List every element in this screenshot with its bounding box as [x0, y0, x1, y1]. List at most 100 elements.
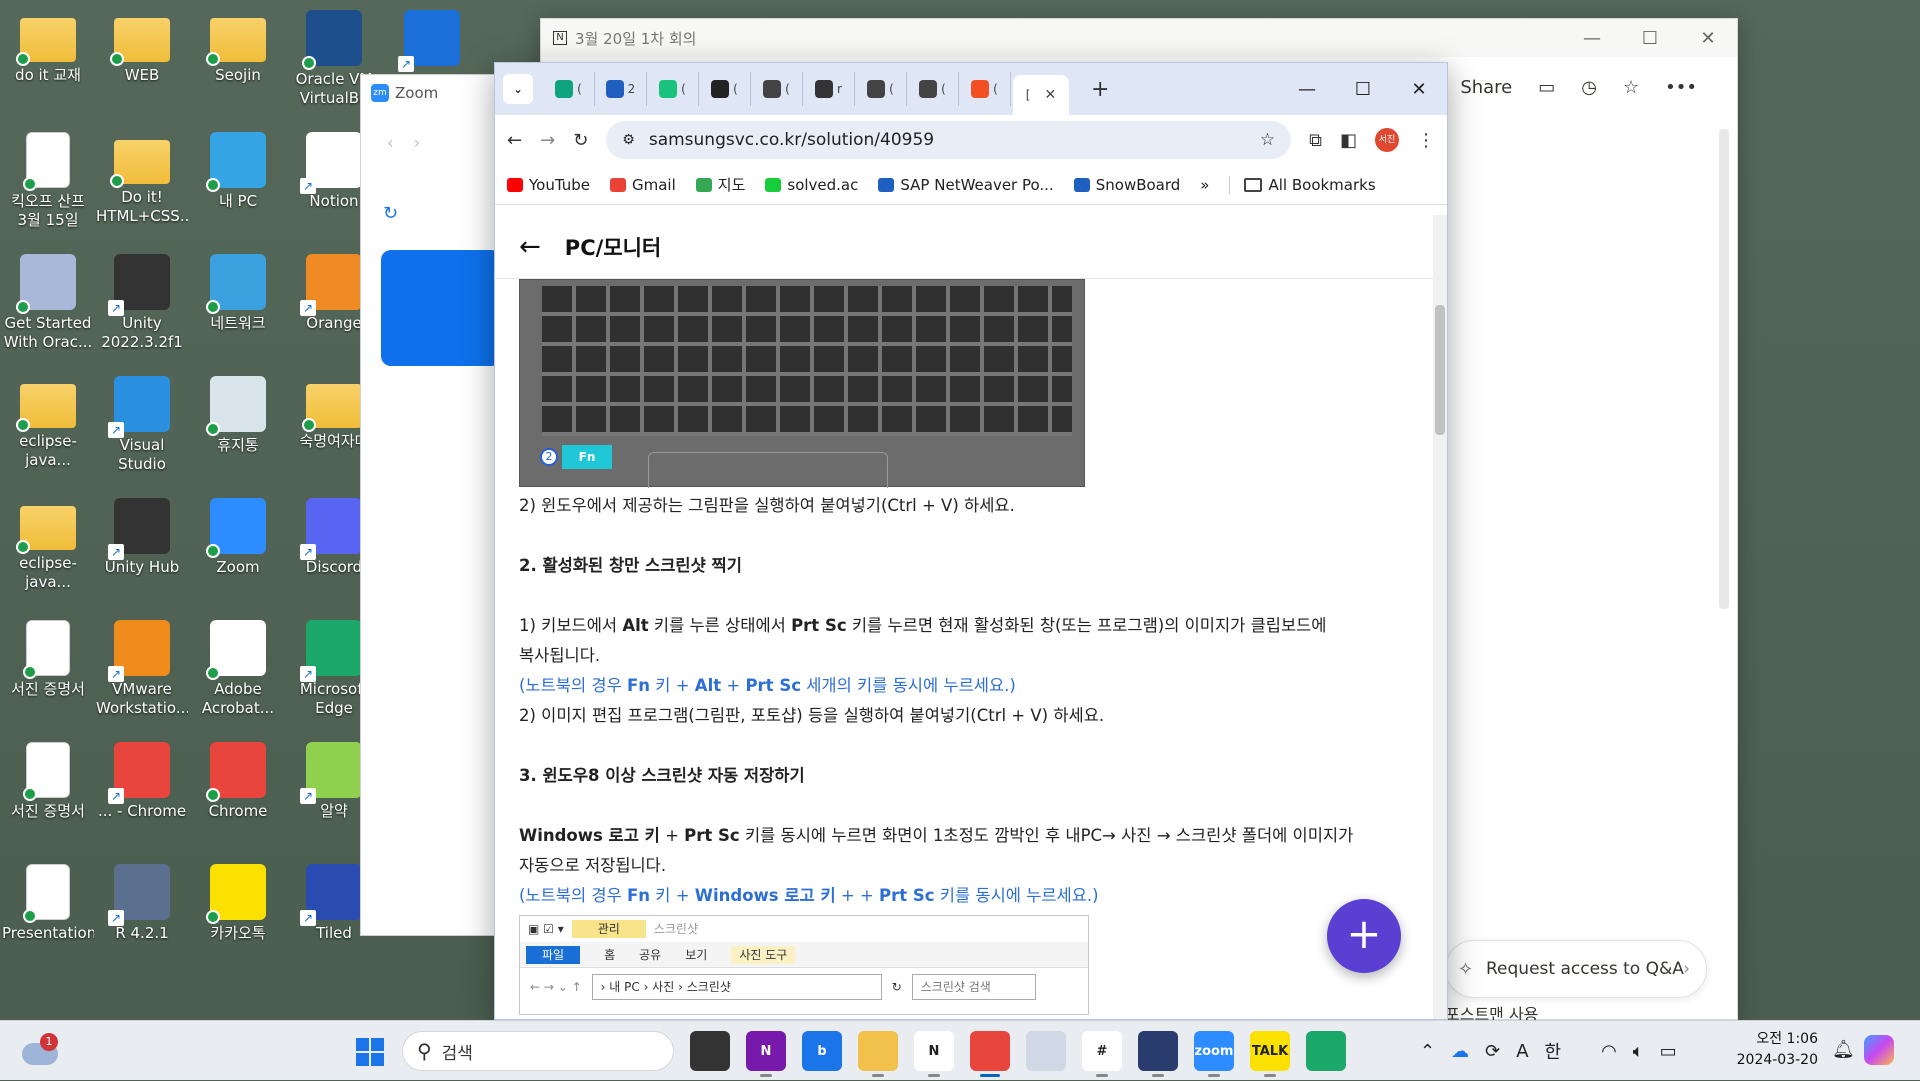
floating-add-button[interactable]: +	[1327, 899, 1401, 973]
desktop-icon[interactable]: 내 PC	[192, 132, 284, 211]
forward-button[interactable]: →	[540, 130, 555, 151]
notification-bell-icon[interactable]: 🔔︎	[1832, 1039, 1855, 1060]
browser-tab[interactable]: (	[647, 72, 699, 106]
taskbar-snipping-icon[interactable]	[1026, 1031, 1066, 1071]
desktop-icon[interactable]: ↗	[386, 10, 478, 72]
side-panel-icon[interactable]: ◧	[1340, 130, 1357, 151]
extensions-icon[interactable]: ⧉	[1309, 130, 1322, 151]
desktop-icon[interactable]: 서진 증명서	[2, 620, 94, 699]
taskbar-r-studio-icon[interactable]	[1138, 1031, 1178, 1077]
bookmark-item[interactable]: SnowBoard	[1073, 174, 1180, 195]
browser-tab[interactable]: (	[907, 72, 959, 106]
taskbar-chrome-icon[interactable]	[970, 1031, 1010, 1077]
bookmark-item[interactable]: solved.ac	[765, 174, 858, 195]
zoom-nav-arrows[interactable]: ‹ ›	[387, 133, 420, 152]
history-icon[interactable]: ◷	[1581, 77, 1597, 98]
chrome-window[interactable]: ⌄ (2 (((r ((( [ ✕ + — ☐ ✕ ← → ↻ ⚙ samsungs…	[494, 62, 1448, 1020]
page-back-icon[interactable]: ←	[519, 232, 541, 262]
scroll-thumb[interactable]	[1435, 305, 1445, 435]
favorite-star-icon[interactable]: ☆	[1623, 77, 1639, 98]
desktop-icon[interactable]: eclipse-java...	[2, 498, 94, 592]
more-icon[interactable]: •••	[1665, 77, 1697, 98]
back-button[interactable]: ←	[507, 130, 522, 151]
new-tab-button[interactable]: +	[1091, 77, 1109, 102]
bookmarks-overflow-icon[interactable]: »	[1200, 176, 1209, 194]
start-button[interactable]	[356, 1038, 384, 1066]
browser-tab[interactable]: r	[803, 72, 855, 106]
bookmark-star-icon[interactable]: ☆	[1260, 130, 1275, 150]
profile-avatar[interactable]: 서진	[1375, 128, 1399, 152]
desktop-icon[interactable]: ↗Visual Studio Code	[96, 376, 188, 476]
bookmark-item[interactable]: 지도	[695, 174, 745, 195]
bookmark-item[interactable]: YouTube	[507, 174, 590, 195]
desktop-icon[interactable]: 네트워크	[192, 254, 284, 333]
weather-widget[interactable]: 1	[22, 1033, 62, 1069]
tab-search-icon[interactable]: ⌄	[503, 74, 533, 104]
notion-scrollbar[interactable]	[1719, 129, 1729, 609]
bookmark-item[interactable]: SAP NetWeaver Po...	[878, 174, 1054, 195]
taskbar-file-explorer-icon[interactable]	[858, 1031, 898, 1077]
zoom-blue-card[interactable]	[381, 250, 501, 366]
minimize-icon[interactable]: —	[1279, 79, 1335, 100]
desktop-icon[interactable]: 킥오프 산프 3월 15일	[2, 132, 94, 230]
desktop-icon[interactable]: ↗ VMware Workstatio...	[96, 620, 188, 718]
desktop-icon[interactable]: Get Started With Orac...	[2, 254, 94, 352]
chevron-up-icon[interactable]: ⌃	[1420, 1041, 1435, 1062]
sync-icon[interactable]: ⟳	[1485, 1041, 1500, 1062]
zoom-refresh-icon[interactable]: ↻	[383, 203, 398, 224]
active-tab[interactable]: [ ✕	[1013, 75, 1069, 115]
desktop-icon[interactable]: Adobe Acrobat...	[192, 620, 284, 718]
desktop-icon[interactable]: ↗ R 4.2.1	[96, 864, 188, 943]
desktop-icon[interactable]: eclipse-java...	[2, 376, 94, 470]
browser-tab[interactable]: (	[959, 72, 1011, 106]
browser-tab[interactable]: (	[751, 72, 803, 106]
copilot-icon[interactable]	[1864, 1035, 1894, 1065]
url-text[interactable]: samsungsvc.co.kr/solution/40959	[649, 130, 1246, 150]
zoom-window[interactable]: zm Zoom ‹ › ↻	[360, 74, 501, 936]
desktop-icon[interactable]: 휴지통	[192, 376, 284, 455]
page-scrollbar[interactable]	[1433, 215, 1447, 1019]
onedrive-icon[interactable]: ☁	[1451, 1041, 1469, 1062]
bookmark-item[interactable]: Gmail	[610, 174, 676, 195]
site-info-icon[interactable]: ⚙	[622, 132, 635, 148]
taskbar-slack-icon[interactable]: #	[1082, 1031, 1122, 1077]
ime-mode-han[interactable]: 한	[1545, 1038, 1562, 1064]
taskbar-task-view-icon[interactable]	[690, 1031, 730, 1071]
request-qa-button[interactable]: ✧ Request access to Q&A ›	[1445, 940, 1707, 998]
browser-tab[interactable]: 2	[595, 72, 647, 106]
taskbar-onenote-icon[interactable]: N	[746, 1031, 786, 1077]
taskbar-zoom-icon[interactable]: zoom	[1194, 1031, 1234, 1077]
taskbar-edge-icon[interactable]	[1306, 1031, 1346, 1071]
browser-tab[interactable]: (	[855, 72, 907, 106]
taskbar-kakaotalk-icon[interactable]: TALK	[1250, 1031, 1290, 1077]
desktop-icon[interactable]: ↗... - Chrome	[96, 742, 188, 821]
taskbar-search[interactable]: ⚲ 검색	[402, 1031, 674, 1071]
share-button[interactable]: Share	[1460, 77, 1512, 98]
desktop-icon[interactable]: Seojin	[192, 10, 284, 85]
taskbar-notion-icon[interactable]: N	[914, 1031, 954, 1077]
battery-icon[interactable]: ▭	[1660, 1041, 1677, 1062]
tab-close-icon[interactable]: ✕	[1044, 87, 1056, 103]
ime-mode-a[interactable]: A	[1516, 1041, 1528, 1062]
desktop-icon[interactable]: Zoom	[192, 498, 284, 577]
maximize-icon[interactable]: ☐	[1621, 28, 1679, 49]
minimize-icon[interactable]: —	[1563, 28, 1621, 49]
address-bar[interactable]: ⚙ samsungsvc.co.kr/solution/40959 ☆	[606, 121, 1292, 159]
browser-tab[interactable]: (	[699, 72, 751, 106]
desktop-icon[interactable]: ↗ Unity 2022.3.2f1	[96, 254, 188, 352]
desktop-icon[interactable]: ↗ Unity Hub	[96, 498, 188, 577]
desktop-icon[interactable]: 카카오톡	[192, 864, 284, 943]
close-icon[interactable]: ✕	[1679, 28, 1737, 49]
wifi-icon[interactable]: ◠	[1601, 1041, 1617, 1062]
desktop-icon[interactable]: do it 교재	[2, 10, 94, 85]
volume-icon[interactable]: 🔈︎	[1633, 1041, 1644, 1062]
desktop-icon[interactable]: Do it! HTML+CSS...	[96, 132, 188, 226]
desktop-icon[interactable]: Presentation	[2, 864, 94, 943]
menu-icon[interactable]: ⋮	[1417, 130, 1435, 151]
desktop-icon[interactable]: WEB	[96, 10, 188, 85]
maximize-icon[interactable]: ☐	[1335, 79, 1391, 100]
comment-icon[interactable]: ▭	[1538, 77, 1555, 98]
desktop-icon[interactable]: Chrome	[192, 742, 284, 821]
browser-tab[interactable]: (	[543, 72, 595, 106]
reload-button[interactable]: ↻	[573, 130, 588, 151]
